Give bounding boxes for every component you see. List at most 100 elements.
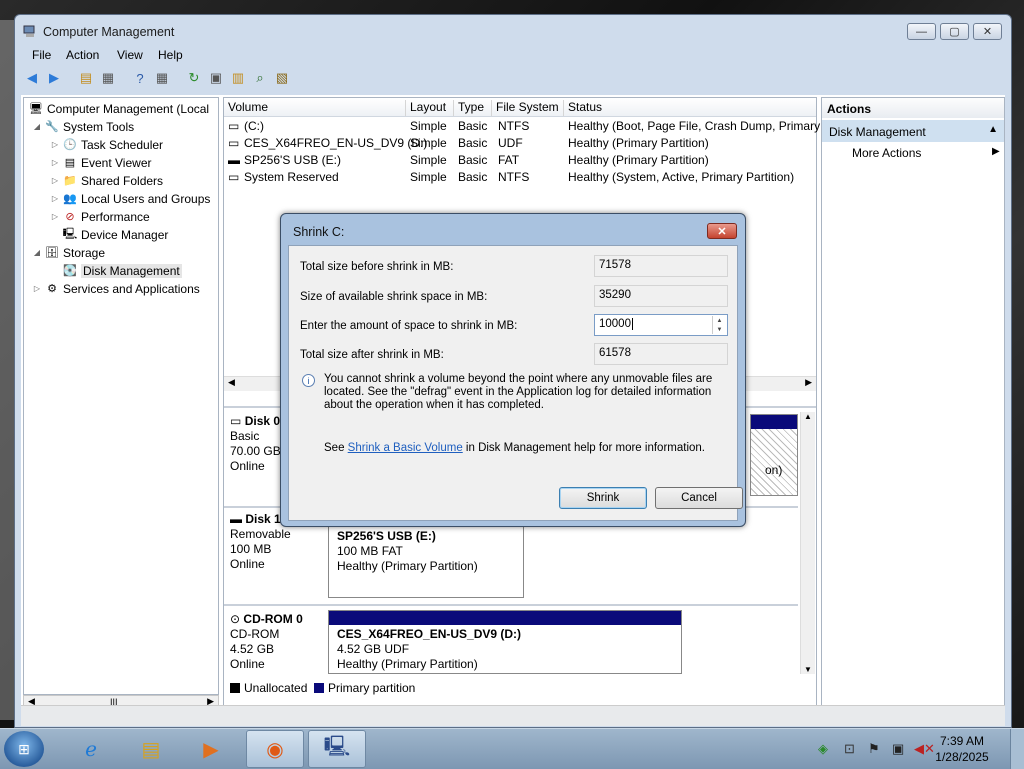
menu-file[interactable]: File (32, 48, 51, 62)
dialog-close-button[interactable]: ✕ (707, 223, 737, 239)
cdrom-0-info[interactable]: ⊙ CD-ROM 0 CD-ROM 4.52 GB Online (230, 612, 303, 672)
actions-section-disk-management[interactable]: Disk Management ▲ (822, 120, 1004, 142)
spin-buttons[interactable]: ▲ ▼ (712, 316, 726, 334)
close-button[interactable]: ✕ (973, 23, 1002, 40)
media-player-icon[interactable]: ▶ (182, 730, 240, 768)
system-clock[interactable]: 7:39 AM 1/28/2025 (930, 733, 994, 765)
submenu-arrow-icon: ▶ (992, 146, 1000, 157)
scroll-up-arrow-icon[interactable]: ▲ (804, 412, 812, 421)
shrink-button[interactable]: Shrink (559, 487, 647, 509)
cdrom-icon: ⊙ (230, 612, 241, 626)
disk-0-info[interactable]: ▭ Disk 0 Basic 70.00 GB Online (230, 414, 281, 474)
expand-triangle-icon[interactable]: ▷ (50, 176, 60, 185)
menu-view[interactable]: View (117, 48, 143, 62)
network-icon[interactable]: ▣ (892, 741, 904, 757)
shared-folder-icon: 📁 (63, 175, 77, 187)
tray-app-icon[interactable]: ⊡ (844, 741, 855, 757)
column-layout[interactable]: Layout (406, 100, 454, 116)
menu-action[interactable]: Action (66, 48, 99, 62)
tree-item-system-tools[interactable]: ◢ 🔧 System Tools (32, 118, 134, 135)
back-arrow-icon[interactable]: ◀ (23, 69, 41, 87)
show-desktop-button[interactable] (1010, 729, 1024, 769)
properties-icon[interactable]: ▣ (207, 69, 225, 87)
more-actions-item[interactable]: More Actions (852, 146, 921, 160)
tree-item-label: Event Viewer (81, 155, 152, 170)
spin-up-icon[interactable]: ▲ (717, 318, 723, 324)
tree-item-disk-management[interactable]: 💽 Disk Management (60, 262, 182, 279)
tree-item-shared-folders[interactable]: ▷ 📁 Shared Folders (50, 172, 163, 189)
open-folder-icon[interactable]: ▥ (229, 69, 247, 87)
table-row[interactable]: ▭ (C:) Simple Basic NTFS Healthy (Boot, … (224, 118, 820, 135)
column-volume[interactable]: Volume (224, 100, 406, 116)
maximize-button[interactable]: ▢ (940, 23, 969, 40)
expand-triangle-icon[interactable]: ▷ (50, 140, 60, 149)
collapse-triangle-icon[interactable]: ◢ (32, 248, 42, 257)
action-center-flag-icon[interactable]: ⚑ (868, 741, 880, 757)
disk-properties-icon[interactable]: ▧ (273, 69, 291, 87)
table-row[interactable]: ▭ System Reserved Simple Basic NTFS Heal… (224, 169, 816, 186)
total-after-label: Total size after shrink in MB: (300, 349, 444, 361)
tree-item-performance[interactable]: ▷ ⊘ Performance (50, 208, 150, 225)
tree-item-task-scheduler[interactable]: ▷ 🕒 Task Scheduler (50, 136, 163, 153)
disk-view-scrollbar[interactable]: ▲ ▼ (800, 412, 815, 674)
tree-item-services[interactable]: ▷ ⚙ Services and Applications (32, 280, 200, 297)
expand-triangle-icon[interactable]: ▷ (32, 284, 42, 293)
computer-management-taskbar-icon[interactable]: 🖳 (308, 730, 366, 768)
expand-triangle-icon[interactable]: ▷ (50, 194, 60, 203)
scroll-left-arrow-icon[interactable]: ◀ (228, 377, 235, 388)
column-file-system[interactable]: File System (492, 100, 564, 116)
show-hide-tree-icon[interactable]: ▦ (99, 69, 117, 87)
device-manager-icon: 🖳 (62, 228, 78, 240)
cancel-button[interactable]: Cancel (655, 487, 743, 509)
tree-item-device-manager[interactable]: 🖳 Device Manager (60, 226, 169, 243)
usb-partition-block[interactable]: SP256'S USB (E:) 100 MB FAT Healthy (Pri… (328, 524, 524, 598)
computer-icon: 🖥 (29, 103, 43, 115)
tree-item-storage[interactable]: ◢ 🗄 Storage (32, 244, 105, 261)
scroll-down-arrow-icon[interactable]: ▼ (804, 665, 812, 674)
users-icon: 👥 (63, 193, 77, 205)
desktop-decoration (0, 20, 14, 720)
spin-down-icon[interactable]: ▼ (717, 327, 723, 333)
refresh-icon[interactable]: ↻ (185, 69, 203, 87)
clock-date: 1/28/2025 (935, 750, 989, 764)
shrink-amount-value[interactable]: 10000 (599, 318, 631, 330)
minimize-button[interactable]: — (907, 23, 936, 40)
table-row[interactable]: ▭ CES_X64FREO_EN-US_DV9 (D:) Simple Basi… (224, 135, 816, 152)
firefox-icon[interactable]: ◉ (246, 730, 304, 768)
partition-bar (751, 415, 797, 429)
start-button[interactable]: ⊞ (4, 731, 44, 767)
file-explorer-icon[interactable]: ▤ (122, 730, 180, 768)
partition-name: CES_X64FREO_EN-US_DV9 (D:) (337, 627, 522, 641)
column-status[interactable]: Status (564, 100, 816, 116)
tree-item-label: Local Users and Groups (81, 191, 211, 206)
cdrom-partition-block[interactable]: CES_X64FREO_EN-US_DV9 (D:) 4.52 GB UDF H… (328, 610, 682, 674)
security-shield-icon[interactable]: ◈ (818, 741, 828, 757)
scroll-right-arrow-icon[interactable]: ▶ (805, 377, 812, 388)
partition-bar (329, 611, 681, 625)
tree-item-event-viewer[interactable]: ▷ ▤ Event Viewer (50, 154, 152, 171)
menu-help[interactable]: Help (158, 48, 183, 62)
show-hide-action-pane-icon[interactable]: ▦ (153, 69, 171, 87)
up-folder-icon[interactable]: ▤ (77, 69, 95, 87)
performance-icon: ⊘ (65, 211, 75, 223)
tree-item-local-users[interactable]: ▷ 👥 Local Users and Groups (50, 190, 210, 207)
search-icon[interactable]: ⌕ (251, 69, 269, 87)
table-row[interactable]: ▬ SP256'S USB (E:) Simple Basic FAT Heal… (224, 152, 816, 169)
shrink-amount-input[interactable]: 10000 ▲ ▼ (594, 314, 728, 336)
collapse-triangle-icon[interactable]: ◢ (32, 122, 42, 131)
expand-triangle-icon[interactable]: ▷ (50, 158, 60, 167)
column-type[interactable]: Type (454, 100, 492, 116)
internet-explorer-icon[interactable]: ℯ (62, 730, 120, 768)
tree-root[interactable]: 🖥 Computer Management (Local (26, 100, 209, 117)
partition-block[interactable]: on) (750, 414, 798, 496)
forward-arrow-icon[interactable]: ▶ (45, 69, 63, 87)
partition-name: SP256'S USB (E:) (337, 529, 436, 543)
collapse-up-icon[interactable]: ▲ (988, 124, 998, 135)
expand-triangle-icon[interactable]: ▷ (50, 212, 60, 221)
help-link[interactable]: Shrink a Basic Volume (348, 442, 463, 454)
tree-item-label: System Tools (63, 119, 135, 134)
partition-label: on) (751, 429, 797, 495)
help-icon[interactable]: ? (131, 69, 149, 87)
help-text: See Shrink a Basic Volume in Disk Manage… (324, 442, 705, 454)
title-bar[interactable]: Computer Management — ▢ ✕ (15, 15, 1011, 47)
